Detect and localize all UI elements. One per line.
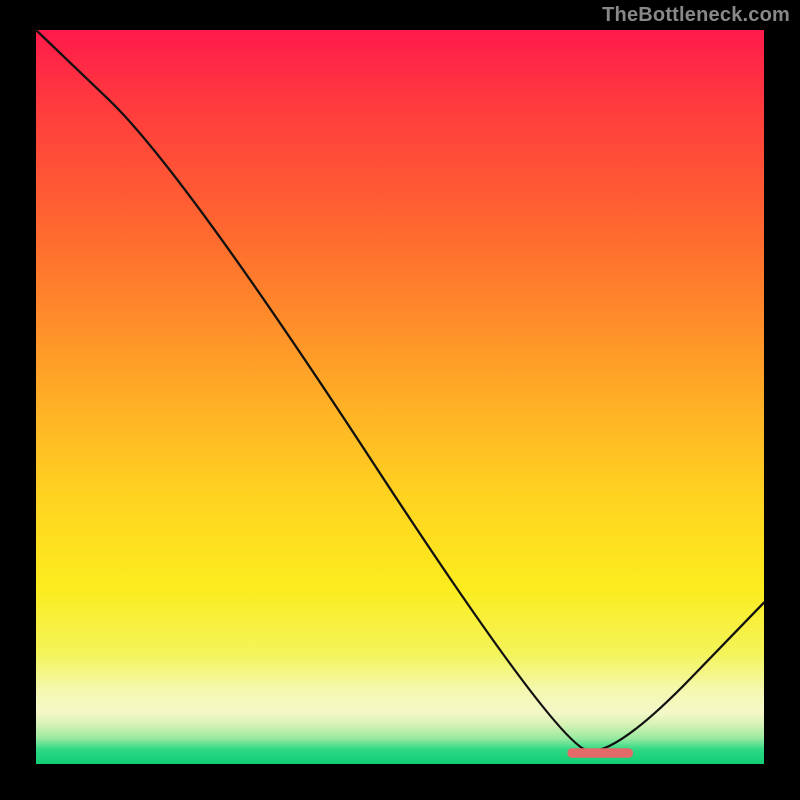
chart-frame: TheBottleneck.com xyxy=(0,0,800,800)
plot-area xyxy=(36,30,764,764)
highlight-segment xyxy=(567,748,633,758)
plot-svg xyxy=(36,30,764,764)
bottleneck-curve xyxy=(36,30,764,751)
watermark-text: TheBottleneck.com xyxy=(602,4,790,27)
